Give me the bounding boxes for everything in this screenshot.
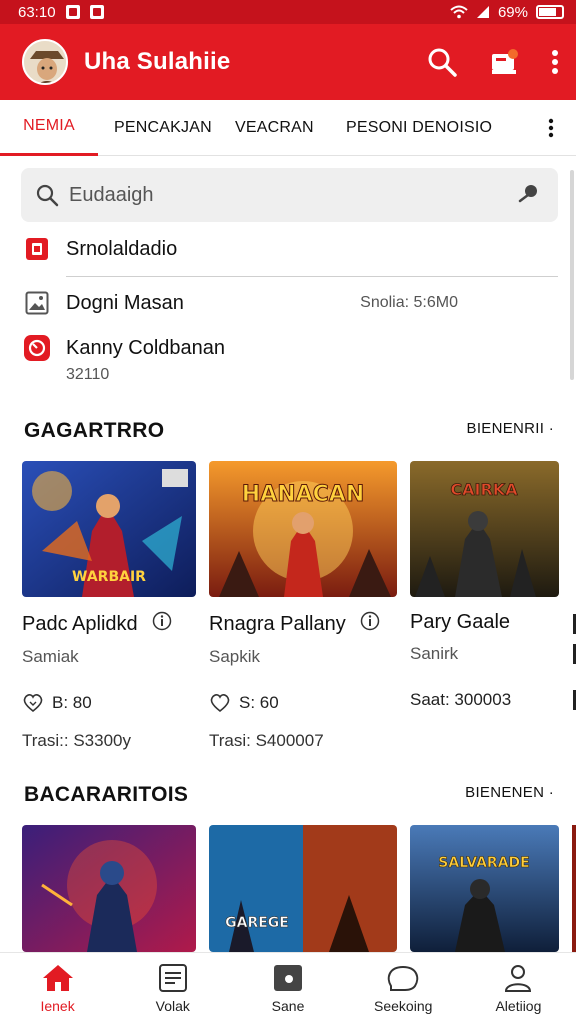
section-title: GAGARTRRO [24, 419, 165, 442]
more-vert-icon[interactable] [550, 48, 560, 76]
wifi-icon [450, 5, 468, 19]
search-input[interactable]: Eudaaigh [69, 184, 154, 207]
card-stat: Saat: 300003 [410, 690, 512, 709]
voice-search-icon[interactable] [518, 183, 542, 208]
info-icon[interactable] [152, 611, 172, 637]
game-card[interactable]: CAIRKA Pary Gaale Sanirk Saat: 300003 [410, 461, 559, 710]
svg-text:HANACAN: HANACAN [242, 482, 364, 507]
search-bar[interactable]: Eudaaigh [21, 168, 558, 222]
card-stat: B: 80 [22, 693, 196, 713]
list-item[interactable]: Dogni Masan Snolia: 5:6M0 [24, 290, 558, 316]
bottom-nav: Ienek Volak Sane Seekoing Aletiiog [0, 952, 576, 1024]
game-thumbnail[interactable]: WARBAIR [22, 461, 196, 597]
card-title: Pary Gaale [410, 611, 511, 633]
card-title: Rnagra Pallany [209, 611, 397, 637]
list-item-label: Srnolaldadio [66, 237, 178, 260]
card-footer: Trasi:: S3300y [22, 731, 131, 750]
section-see-more-link[interactable]: BIENENRII · [467, 420, 554, 437]
game-card[interactable] [22, 825, 196, 952]
tab-pencakjan[interactable]: PENCAKJAN [114, 100, 212, 156]
notification-icon [65, 5, 80, 19]
nav-item-sane[interactable]: Sane [230, 953, 345, 1024]
section-see-more-link[interactable]: BIENENEN · [465, 784, 554, 801]
clock-icon [24, 335, 50, 361]
app-title: Uha Sulahiie [84, 48, 231, 75]
heart-icon[interactable] [209, 693, 231, 713]
scrollbar[interactable] [570, 170, 574, 380]
person-icon [505, 964, 532, 992]
search-icon [36, 184, 59, 207]
list-item-label: Kanny Coldbanan [66, 336, 226, 359]
image-icon [24, 290, 50, 316]
game-card[interactable]: WARBAIR Padc Aplidkd Samiak B: 80 Trasi:… [22, 461, 196, 751]
app-bar: Uha Sulahiie [0, 24, 576, 100]
media-icon [274, 964, 302, 991]
home-icon [42, 964, 73, 991]
game-card[interactable]: SALVARADE [410, 825, 559, 952]
list-item-sub: 32110 [66, 366, 110, 383]
tab-bar: NEMIA PENCAKJAN VEACRAN PESONI DENOISIO [0, 100, 576, 156]
game-card[interactable]: HANACAN Rnagra Pallany Sapkik S: 60 Tras… [209, 461, 397, 751]
game-thumbnail[interactable]: CAIRKA [410, 461, 559, 597]
next-card-edge [572, 825, 576, 952]
svg-text:WARBAIR: WARBAIR [72, 569, 146, 585]
tab-veacran[interactable]: VEACRAN [235, 100, 314, 156]
nav-item-aletiiog[interactable]: Aletiiog [461, 953, 576, 1024]
section-title: BACARARITOIS [24, 783, 189, 806]
game-thumbnail[interactable] [22, 825, 196, 952]
game-card[interactable]: GAREGE [209, 825, 397, 952]
divider [66, 276, 558, 277]
list-icon [158, 963, 187, 992]
inbox-icon[interactable] [488, 46, 520, 78]
battery-icon [536, 5, 564, 19]
tabs-more-icon[interactable] [548, 118, 554, 143]
bookmark-icon [24, 236, 50, 262]
nav-item-volak[interactable]: Volak [115, 953, 230, 1024]
card-footer: Trasi: S400007 [209, 731, 324, 750]
card-subtitle: Sapkik [209, 647, 261, 666]
info-icon[interactable] [360, 611, 380, 637]
heart-icon [388, 965, 419, 991]
nav-item-seekoing[interactable]: Seekoing [346, 953, 461, 1024]
search-icon[interactable] [426, 46, 458, 78]
card-subtitle: Samiak [22, 647, 79, 666]
svg-text:GAREGE: GAREGE [225, 915, 289, 931]
svg-text:SALVARADE: SALVARADE [438, 855, 529, 871]
tab-nemia[interactable]: NEMIA [0, 100, 98, 156]
tab-pesoni-denoisio[interactable]: PESONI DENOISIO [346, 100, 492, 156]
svg-text:CAIRKA: CAIRKA [450, 480, 518, 499]
signal-icon [476, 6, 489, 18]
list-item-meta: Snolia: 5:6M0 [360, 294, 458, 311]
list-item[interactable]: Srnolaldadio [24, 236, 558, 262]
card-title: Padc Aplidkd [22, 611, 196, 637]
list-item-label: Dogni Masan [66, 291, 184, 314]
heart-icon[interactable] [22, 693, 44, 713]
game-thumbnail[interactable]: HANACAN [209, 461, 397, 597]
notification-icon [89, 5, 104, 19]
card-subtitle: Sanirk [410, 644, 459, 663]
avatar[interactable] [22, 39, 68, 85]
nav-item-home[interactable]: Ienek [0, 953, 115, 1024]
game-thumbnail[interactable]: SALVARADE [410, 825, 559, 952]
card-stat: S: 60 [209, 693, 397, 713]
battery-percent: 69% [497, 3, 528, 21]
status-bar: 63:10 69% [0, 0, 576, 24]
status-time: 63:10 [18, 3, 56, 21]
list-item[interactable]: Kanny Coldbanan [24, 335, 558, 361]
game-thumbnail[interactable]: GAREGE [209, 825, 397, 952]
